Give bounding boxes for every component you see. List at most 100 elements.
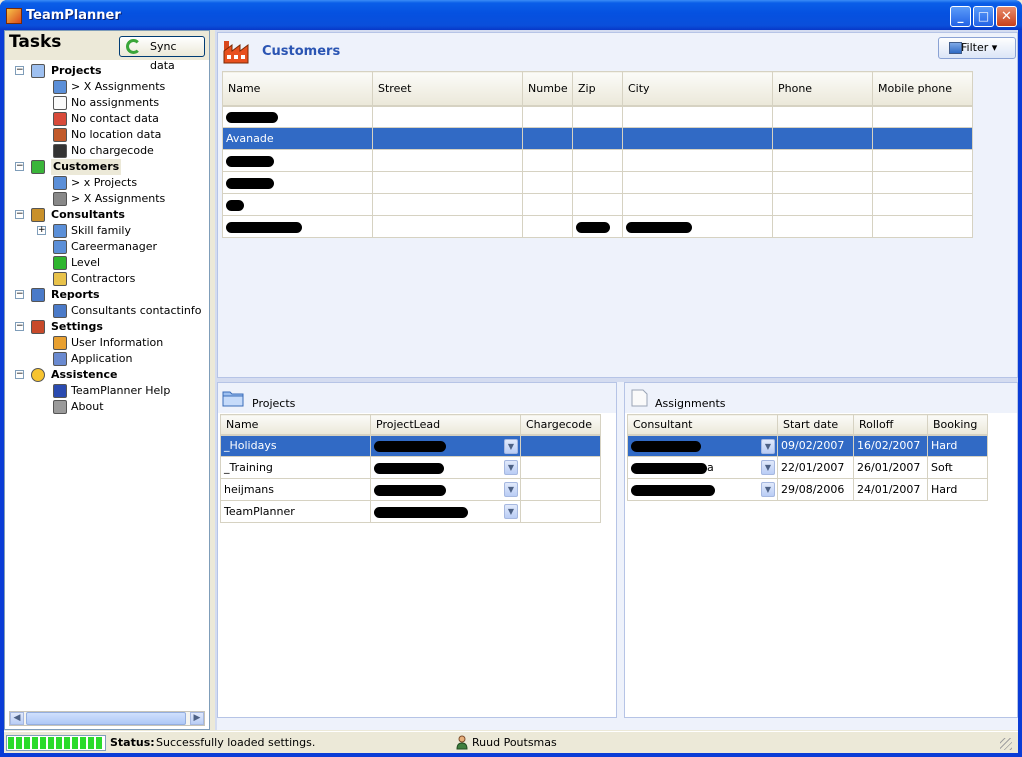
table-cell[interactable] bbox=[522, 171, 573, 194]
table-cell[interactable] bbox=[872, 171, 973, 194]
chevron-down-icon[interactable]: ▼ bbox=[504, 460, 518, 475]
consultant-dropdown[interactable]: ▼ bbox=[627, 478, 778, 501]
scroll-right-arrow-icon[interactable]: ▶ bbox=[190, 712, 204, 725]
start-cell[interactable]: 29/08/2006 bbox=[777, 478, 854, 501]
tree-item-no-contact-data[interactable]: No contact data bbox=[5, 111, 209, 127]
table-cell[interactable] bbox=[222, 215, 373, 238]
table-cell[interactable] bbox=[872, 149, 973, 172]
tree-item-reports[interactable]: − Reports bbox=[5, 287, 209, 303]
table-cell[interactable] bbox=[622, 149, 773, 172]
collapse-toggle-icon[interactable]: − bbox=[15, 210, 24, 219]
chevron-down-icon[interactable]: ▼ bbox=[761, 482, 775, 497]
resize-grip[interactable] bbox=[1000, 738, 1012, 750]
tree-item-consultants-contactinfo[interactable]: Consultants contactinfo bbox=[5, 303, 209, 319]
tree-item-projects[interactable]: − Projects bbox=[5, 63, 209, 79]
table-cell[interactable] bbox=[622, 171, 773, 194]
table-cell[interactable] bbox=[572, 127, 623, 150]
table-cell[interactable] bbox=[872, 105, 973, 128]
scroll-left-arrow-icon[interactable]: ◀ bbox=[10, 712, 24, 725]
tree-item-skill-family[interactable]: + Skill family bbox=[5, 223, 209, 239]
booking-cell[interactable]: Hard bbox=[927, 478, 988, 501]
rolloff-cell[interactable]: 26/01/2007 bbox=[853, 456, 928, 479]
table-row[interactable]: ▼ 09/02/2007 16/02/2007 Hard bbox=[627, 434, 988, 457]
table-cell[interactable] bbox=[772, 127, 873, 150]
close-button[interactable]: ✕ bbox=[996, 6, 1017, 27]
column-header[interactable]: Booking bbox=[927, 414, 988, 436]
rolloff-cell[interactable]: 24/01/2007 bbox=[853, 478, 928, 501]
table-row[interactable] bbox=[222, 171, 973, 194]
table-cell[interactable] bbox=[572, 105, 623, 128]
table-cell[interactable] bbox=[772, 193, 873, 216]
consultant-dropdown[interactable]: a ▼ bbox=[627, 456, 778, 479]
column-header[interactable]: Phone bbox=[772, 71, 873, 107]
project-lead-dropdown[interactable]: ▼ bbox=[370, 456, 521, 479]
table-row[interactable] bbox=[222, 105, 973, 128]
start-cell[interactable]: 09/02/2007 bbox=[777, 434, 854, 457]
column-header[interactable]: Chargecode bbox=[520, 414, 601, 436]
booking-cell[interactable]: Hard bbox=[927, 434, 988, 457]
table-row[interactable]: a ▼ 22/01/2007 26/01/2007 Soft bbox=[627, 456, 988, 479]
chevron-down-icon[interactable]: ▼ bbox=[504, 438, 518, 454]
rolloff-cell[interactable]: 16/02/2007 bbox=[853, 434, 928, 457]
scroll-thumb[interactable] bbox=[26, 712, 186, 725]
sync-data-button[interactable]: Sync data bbox=[119, 36, 205, 72]
tree-item-no-location-data[interactable]: No location data bbox=[5, 127, 209, 143]
booking-cell[interactable]: Soft bbox=[927, 456, 988, 479]
column-header[interactable]: Name bbox=[220, 414, 371, 436]
table-cell[interactable] bbox=[522, 127, 573, 150]
tree-item-careermanager[interactable]: Careermanager bbox=[5, 239, 209, 255]
table-cell[interactable] bbox=[372, 127, 523, 150]
table-cell[interactable] bbox=[772, 171, 873, 194]
table-cell[interactable] bbox=[222, 105, 373, 128]
table-row[interactable]: _Holidays ▼ bbox=[220, 434, 601, 457]
tree-item-x-projects[interactable]: > x Projects bbox=[5, 175, 209, 191]
chevron-down-icon[interactable]: ▼ bbox=[504, 504, 518, 519]
tree-item-customers[interactable]: − Customers bbox=[5, 159, 209, 175]
column-header[interactable]: Start date bbox=[777, 414, 854, 436]
table-cell[interactable] bbox=[772, 215, 873, 238]
column-header[interactable]: Street bbox=[372, 71, 523, 107]
tree-item-about[interactable]: About bbox=[5, 399, 209, 415]
table-cell[interactable] bbox=[372, 215, 523, 238]
tree-item-no-chargecode[interactable]: No chargecode bbox=[5, 143, 209, 159]
table-row[interactable]: ▼ 29/08/2006 24/01/2007 Hard bbox=[627, 478, 988, 501]
tree-item-x-assignments[interactable]: > X Assignments bbox=[5, 79, 209, 95]
table-cell[interactable] bbox=[222, 171, 373, 194]
project-lead-dropdown[interactable]: ▼ bbox=[370, 434, 521, 457]
maximize-button[interactable]: □ bbox=[973, 6, 994, 27]
table-cell[interactable] bbox=[572, 149, 623, 172]
project-name-cell[interactable]: TeamPlanner bbox=[220, 500, 371, 523]
table-cell[interactable] bbox=[572, 171, 623, 194]
horizontal-scrollbar[interactable]: ◀ ▶ bbox=[9, 711, 205, 726]
project-lead-dropdown[interactable]: ▼ bbox=[370, 500, 521, 523]
table-cell[interactable] bbox=[622, 105, 773, 128]
title-bar[interactable]: TeamPlanner _ □ ✕ bbox=[0, 0, 1022, 30]
table-row[interactable]: TeamPlanner ▼ bbox=[220, 500, 601, 523]
table-cell[interactable] bbox=[522, 105, 573, 128]
consultant-dropdown[interactable]: ▼ bbox=[627, 434, 778, 457]
column-header[interactable]: ProjectLead bbox=[370, 414, 521, 436]
table-cell[interactable] bbox=[522, 215, 573, 238]
chargecode-cell[interactable] bbox=[520, 456, 601, 479]
project-name-cell[interactable]: _Training bbox=[220, 456, 371, 479]
expand-toggle-icon[interactable]: + bbox=[37, 226, 46, 235]
table-cell[interactable] bbox=[872, 127, 973, 150]
table-cell[interactable] bbox=[372, 149, 523, 172]
table-cell[interactable] bbox=[622, 193, 773, 216]
column-header[interactable]: Mobile phone bbox=[872, 71, 973, 107]
tree-item-level[interactable]: Level bbox=[5, 255, 209, 271]
chevron-down-icon[interactable]: ▼ bbox=[761, 438, 775, 454]
chargecode-cell[interactable] bbox=[520, 434, 601, 457]
table-cell[interactable] bbox=[872, 193, 973, 216]
tree-item-user-information[interactable]: User Information bbox=[5, 335, 209, 351]
table-cell[interactable] bbox=[772, 105, 873, 128]
column-header[interactable]: Rolloff bbox=[853, 414, 928, 436]
table-cell[interactable] bbox=[222, 149, 373, 172]
column-header[interactable]: City bbox=[622, 71, 773, 107]
tree-item-teamplanner-help[interactable]: TeamPlanner Help bbox=[5, 383, 209, 399]
collapse-toggle-icon[interactable]: − bbox=[15, 290, 24, 299]
table-row[interactable] bbox=[222, 149, 973, 172]
tree-item-settings[interactable]: − Settings bbox=[5, 319, 209, 335]
table-cell[interactable] bbox=[222, 193, 373, 216]
chargecode-cell[interactable] bbox=[520, 500, 601, 523]
